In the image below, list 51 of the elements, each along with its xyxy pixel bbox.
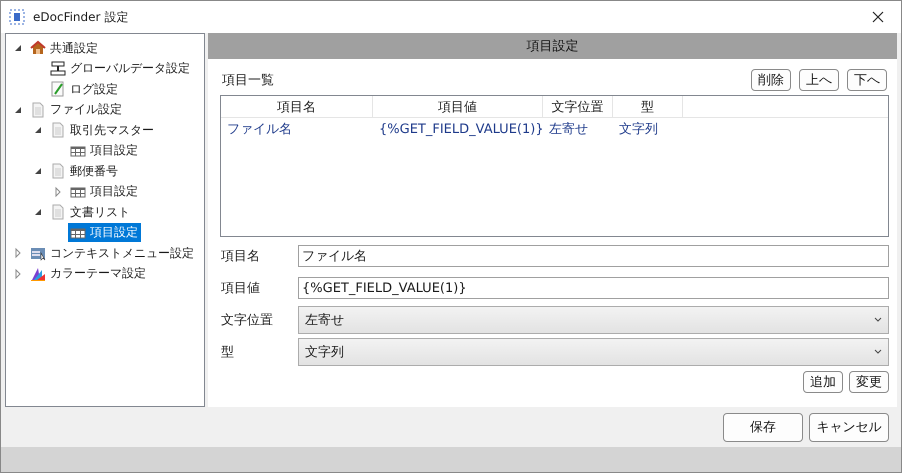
tree-item[interactable]: グローバルデータ設定: [48, 59, 193, 78]
list-label: 項目一覧: [222, 72, 274, 89]
chevron-down-icon: [874, 317, 882, 323]
document-icon: [50, 163, 66, 180]
window-title: eDocFinder 設定: [33, 8, 128, 26]
tree-item[interactable]: コンテキストメニュー設定: [28, 244, 197, 263]
chevron-down-icon: [874, 349, 882, 355]
tree-item[interactable]: 項目設定: [68, 141, 141, 160]
field-label: 項目名: [221, 248, 261, 265]
house-icon: [30, 40, 46, 56]
list-button[interactable]: 上へ: [799, 69, 839, 91]
panel-header: 項目設定: [208, 33, 897, 59]
list-button[interactable]: 下へ: [847, 69, 887, 91]
app-icon: [9, 9, 25, 25]
field-label: 項目値: [221, 280, 261, 297]
field-label: 文字位置: [221, 312, 274, 329]
dropdown[interactable]: 文字列: [298, 338, 889, 366]
dialog-button[interactable]: キャンセル: [809, 412, 889, 442]
form-button[interactable]: 変更: [849, 371, 889, 393]
table-cell-text: 文字列: [618, 121, 659, 139]
column-header[interactable]: 項目名: [221, 96, 373, 118]
table-cell-text: 左寄せ: [548, 121, 589, 139]
document-icon: [30, 102, 46, 118]
tree-item[interactable]: カラーテーマ設定: [28, 264, 149, 284]
document-icon: [50, 204, 66, 220]
dropdown[interactable]: 左寄せ: [298, 306, 889, 334]
close-icon: [872, 11, 884, 23]
tree-item[interactable]: 項目設定: [68, 182, 141, 202]
tree-item[interactable]: 取引先マスター: [48, 120, 157, 140]
dialog-button[interactable]: 保存: [723, 412, 803, 442]
tree-item[interactable]: ログ設定: [48, 80, 121, 99]
tree-item[interactable]: 郵便番号: [48, 162, 121, 181]
table-cell-text: {%GET_FIELD_VALUE(1)}: [378, 120, 543, 138]
color-fan-icon: [30, 266, 46, 282]
tree-item[interactable]: ファイル設定: [28, 100, 125, 120]
server-icon: [50, 60, 66, 77]
list-button[interactable]: 削除: [751, 69, 791, 91]
column-header[interactable]: 型: [613, 96, 683, 118]
notepad-pencil-icon: [50, 81, 66, 98]
document-icon: [50, 122, 66, 138]
table-cell-text: ファイル名: [226, 121, 293, 139]
input-field[interactable]: ファイル名: [298, 245, 889, 267]
tree-item[interactable]: 項目設定: [68, 223, 141, 242]
tree-item[interactable]: 共通設定: [28, 38, 101, 58]
menu-window-icon: [30, 245, 46, 262]
form-button[interactable]: 追加: [803, 371, 843, 393]
field-label: 型: [221, 344, 235, 361]
tree-item[interactable]: 文書リスト: [48, 202, 133, 222]
input-field[interactable]: {%GET_FIELD_VALUE(1)}: [298, 277, 889, 299]
column-header[interactable]: 文字位置: [543, 96, 613, 118]
column-header[interactable]: 項目値: [373, 96, 543, 118]
